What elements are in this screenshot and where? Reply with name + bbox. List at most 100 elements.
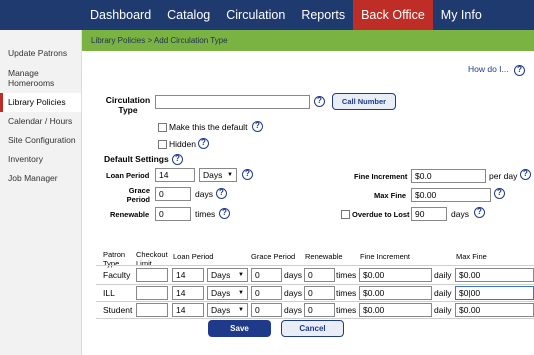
sidebar-item-job-manager[interactable]: Job Manager (0, 169, 81, 188)
loan-period-input[interactable] (172, 303, 204, 317)
make-default-checkbox[interactable] (158, 123, 167, 132)
grace-period-help-icon[interactable]: ? (216, 188, 227, 199)
checkout-limit-input[interactable] (136, 268, 168, 282)
chevron-down-icon: ▼ (238, 290, 244, 296)
cancel-button[interactable]: Cancel (281, 320, 344, 337)
sidebar-item-manage-homerooms[interactable]: Manage Homerooms (0, 63, 70, 93)
checkout-limit-input[interactable] (136, 286, 168, 300)
grace-period-input[interactable] (251, 303, 282, 317)
loan-unit-select[interactable]: Days ▼ (207, 303, 248, 317)
daily-label: daily (434, 305, 452, 315)
row-divider (96, 301, 534, 302)
patron-type-faculty: Faculty (103, 270, 131, 280)
call-number-button[interactable]: Call Number (332, 93, 396, 110)
make-default-help-icon[interactable]: ? (252, 121, 263, 132)
grace-period-input[interactable] (155, 187, 191, 201)
patron-type-ill: ILL (103, 288, 115, 298)
overdue-to-lost-checkbox[interactable] (341, 210, 350, 219)
loan-period-input[interactable] (172, 268, 204, 282)
chevron-down-icon: ▼ (238, 272, 244, 278)
header-max-fine: Max Fine (456, 252, 487, 261)
row-divider (96, 284, 534, 285)
header-renewable: Renewable (305, 252, 343, 261)
loan-unit-select[interactable]: Days ▼ (207, 286, 248, 300)
loan-period-input[interactable] (172, 286, 204, 300)
loan-period-label: Loan Period (106, 171, 150, 180)
nav-catalog[interactable]: Catalog (159, 0, 218, 30)
header-loan-period: Loan Period (173, 252, 214, 261)
daily-label: daily (434, 270, 452, 280)
sidebar: Update Patrons Manage Homerooms Library … (0, 30, 82, 355)
overdue-to-lost-label: Overdue to Lost (352, 210, 410, 219)
grace-period-input[interactable] (251, 268, 282, 282)
overdue-to-lost-input[interactable] (411, 207, 447, 221)
renewable-label: Renewable (110, 210, 150, 219)
fine-increment-input[interactable] (411, 169, 486, 183)
max-fine-help-icon[interactable]: ? (494, 188, 505, 199)
grace-unit: days (284, 305, 302, 315)
nav-dashboard[interactable]: Dashboard (82, 0, 159, 30)
breadcrumb: Library Policies > Add Circulation Type (82, 30, 534, 51)
hidden-checkbox[interactable] (158, 140, 167, 149)
grace-period-label: Grace Period (126, 186, 150, 204)
fine-increment-input[interactable] (359, 268, 432, 282)
fine-increment-input[interactable] (359, 303, 432, 317)
how-do-i-link[interactable]: How do I... ? (468, 64, 526, 76)
daily-label: daily (434, 288, 452, 298)
nav-back-office[interactable]: Back Office (353, 0, 433, 30)
save-button[interactable]: Save (208, 320, 271, 337)
nav-circulation[interactable]: Circulation (218, 0, 293, 30)
renewable-input[interactable] (155, 207, 191, 221)
top-navigation-bar: Dashboard Catalog Circulation Reports Ba… (0, 0, 534, 30)
circulation-type-input[interactable] (155, 95, 310, 109)
loan-period-help-icon[interactable]: ? (242, 169, 253, 180)
max-fine-input[interactable] (411, 188, 491, 202)
per-day-label: per day (489, 171, 518, 181)
grace-period-input[interactable] (251, 286, 282, 300)
renewable-unit: times (336, 288, 357, 298)
sidebar-item-library-policies[interactable]: Library Policies (0, 93, 81, 112)
circulation-type-help-icon[interactable]: ? (314, 96, 325, 107)
loan-unit-select[interactable]: Days ▼ (207, 268, 248, 282)
renewable-unit: times (336, 270, 357, 280)
sidebar-item-site-configuration[interactable]: Site Configuration (0, 131, 81, 150)
max-fine-input[interactable] (455, 286, 534, 300)
sidebar-item-inventory[interactable]: Inventory (0, 150, 81, 169)
renewable-input[interactable] (304, 303, 335, 317)
fine-increment-help-icon[interactable]: ? (520, 169, 531, 180)
renewable-unit: times (336, 305, 357, 315)
how-do-i-label: How do I... (468, 64, 509, 74)
sidebar-item-update-patrons[interactable]: Update Patrons (0, 44, 81, 63)
sidebar-item-calendar-hours[interactable]: Calendar / Hours (0, 112, 81, 131)
header-fine-increment: Fine Increment (360, 252, 411, 261)
breadcrumb-text: Library Policies > Add Circulation Type (91, 36, 228, 45)
patron-type-student: Student (103, 305, 133, 315)
grace-unit: days (284, 288, 302, 298)
help-icon[interactable]: ? (514, 65, 526, 76)
grace-period-unit: days (195, 189, 213, 199)
renewable-help-icon[interactable]: ? (219, 208, 230, 219)
top-nav-menu: Dashboard Catalog Circulation Reports Ba… (82, 0, 490, 30)
fine-increment-label: Fine Increment (354, 172, 408, 181)
overdue-to-lost-help-icon[interactable]: ? (474, 207, 485, 218)
row-divider (96, 265, 534, 266)
hidden-label: Hidden (169, 139, 196, 149)
loan-unit-value: Days (211, 305, 231, 315)
renewable-input[interactable] (304, 268, 335, 282)
max-fine-label: Max Fine (374, 191, 407, 200)
max-fine-input[interactable] (455, 303, 534, 317)
checkout-limit-input[interactable] (136, 303, 168, 317)
default-settings-help-icon[interactable]: ? (172, 154, 183, 165)
nav-my-info[interactable]: My Info (433, 0, 490, 30)
overdue-to-lost-unit: days (451, 209, 469, 219)
fine-increment-input[interactable] (359, 286, 432, 300)
hidden-help-icon[interactable]: ? (198, 138, 209, 149)
renewable-input[interactable] (304, 286, 335, 300)
loan-period-input[interactable] (155, 168, 195, 182)
loan-period-unit-select[interactable]: Days ▼ (199, 168, 237, 182)
default-settings-label: Default Settings (104, 154, 169, 164)
nav-reports[interactable]: Reports (293, 0, 353, 30)
loan-unit-value: Days (211, 288, 231, 298)
max-fine-input[interactable] (455, 268, 534, 282)
